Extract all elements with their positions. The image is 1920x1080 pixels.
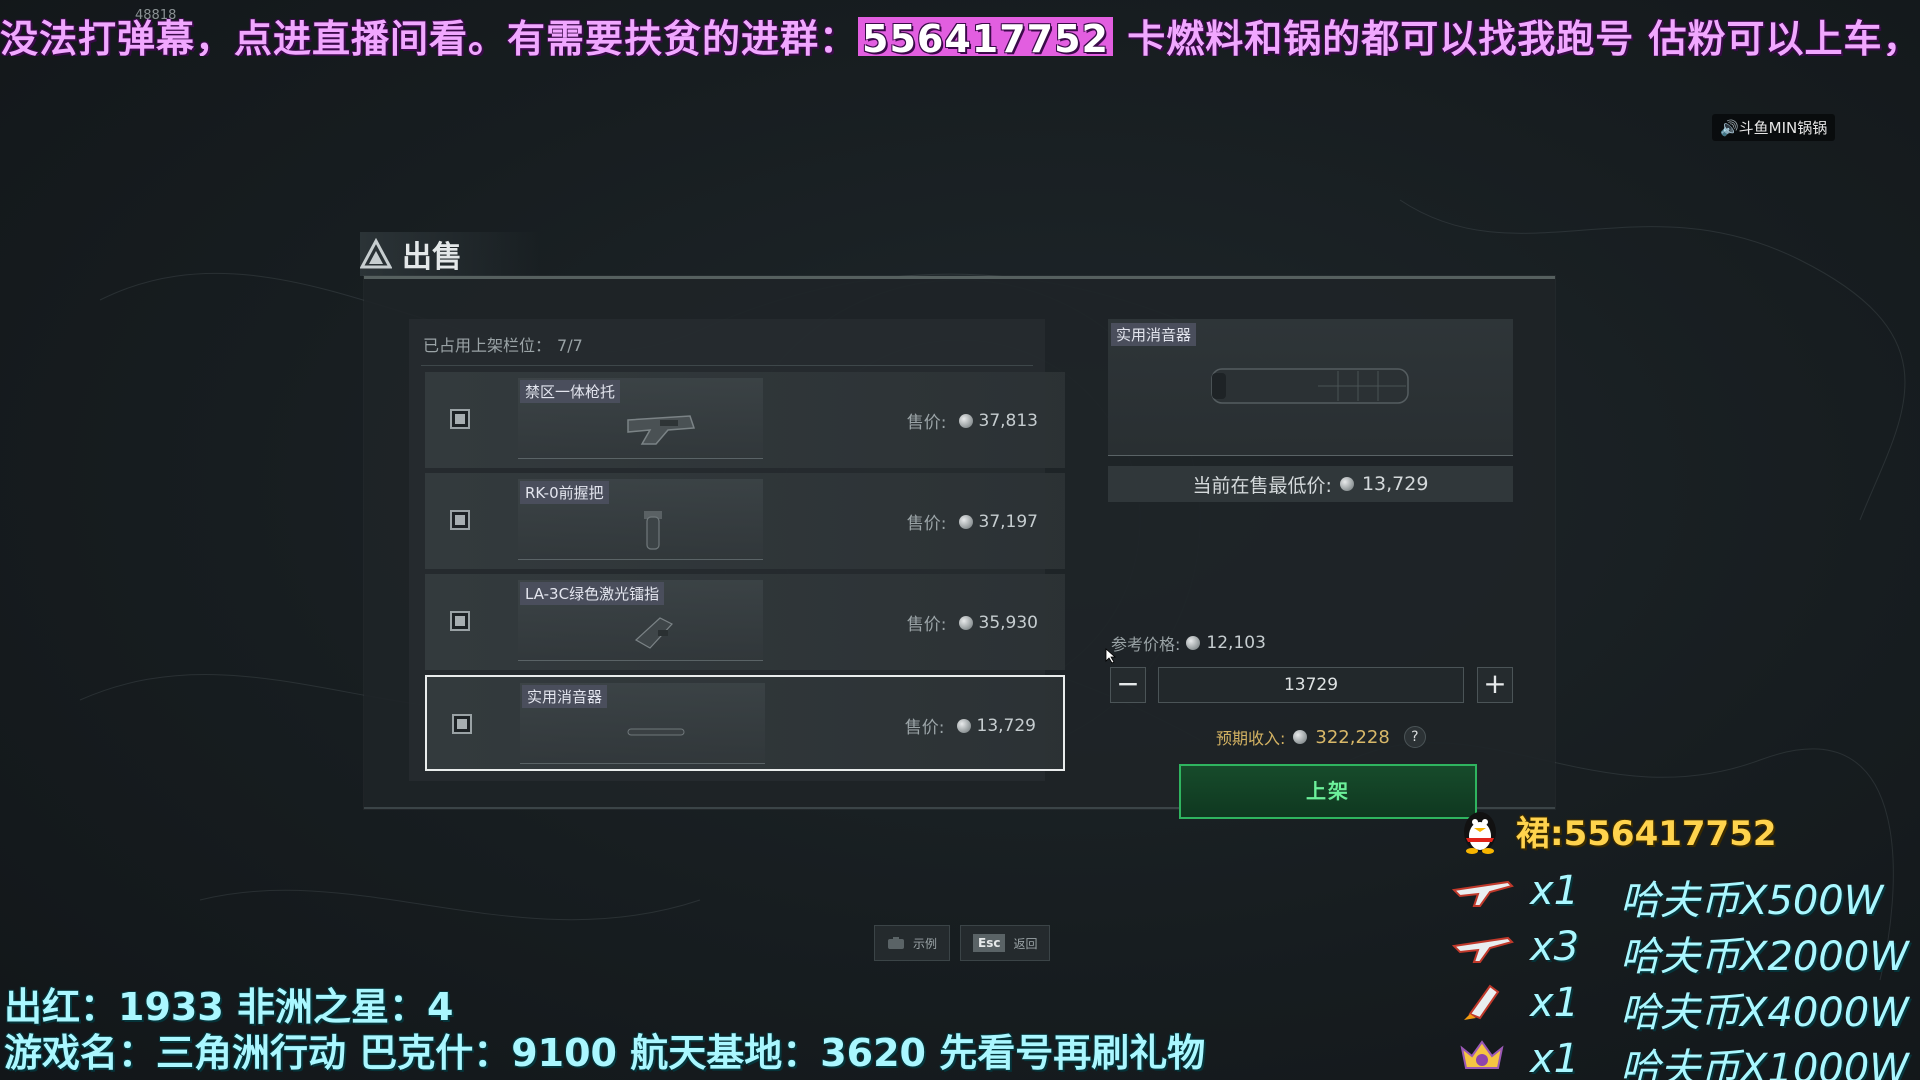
slots-value: 7/7 [557, 336, 583, 355]
camera-icon [888, 937, 904, 949]
sell-panel: 已占用上架栏位： 7/7 禁区一体枪托 售价: 37,813 RK-0前握把 售… [364, 276, 1555, 819]
qq-penguin-icon [1464, 811, 1496, 854]
gift-reward: 哈夫币X1000W [1620, 1046, 1909, 1080]
grip-icon [644, 511, 662, 550]
lowest-price-label: 当前在售最低价: [1192, 474, 1332, 497]
row-checkbox[interactable] [450, 409, 470, 429]
row-checkbox[interactable] [450, 611, 470, 631]
price-value: 37,813 [978, 410, 1038, 431]
gift-multiplier: x3 [1530, 924, 1580, 970]
item-name: RK-0前握把 [520, 481, 609, 504]
mouse-cursor-icon [1105, 648, 1117, 664]
item-price: 售价: 13,729 [904, 713, 1036, 739]
income-value: 322,228 [1315, 726, 1390, 748]
marquee-text-2: 卡燃料和锅的都可以找我跑号 估粉可以上车，也可 [1127, 17, 1920, 56]
listing-row-selected[interactable]: 实用消音器 售价: 13,729 [425, 675, 1065, 771]
stream-stats: 出红：1933 非洲之星：4 游戏名：三角洲行动 巴克什：9100 航天基地：3… [4, 984, 1205, 1076]
row-checkbox[interactable] [450, 510, 470, 530]
item-card: 禁区一体枪托 [518, 378, 763, 459]
coin-icon [958, 413, 973, 428]
price-value: 35,930 [978, 612, 1038, 633]
gift-multiplier: x1 [1530, 1036, 1580, 1080]
lowest-price-value: 13,729 [1361, 473, 1429, 495]
reference-price: 参考价格: 12,103 [1111, 631, 1266, 655]
back-hint[interactable]: Esc 返回 [960, 925, 1051, 961]
lowest-price: 当前在售最低价: 13,729 [1108, 466, 1513, 502]
item-price: 售价: 35,930 [906, 610, 1038, 636]
price-value: 37,197 [978, 511, 1038, 532]
income-label: 预期收入: [1216, 729, 1286, 748]
coin-icon [958, 615, 973, 630]
gift-row: x1 哈夫币X500W [1450, 862, 1920, 924]
help-icon[interactable]: ? [1403, 726, 1426, 748]
stats-line-2: 游戏名：三角洲行动 巴克什：9100 航天基地：3620 先看号再刷礼物 [4, 1031, 1206, 1075]
price-label: 售价: [904, 718, 945, 738]
reference-price-label: 参考价格: [1111, 635, 1181, 654]
gift-row: x3 哈夫币X2000W [1450, 918, 1920, 980]
listing-row[interactable]: LA-3C绿色激光镭指 售价: 35,930 [425, 574, 1065, 670]
coin-icon [1186, 636, 1201, 650]
coin-icon [958, 514, 973, 529]
marquee-id: 48818 [135, 8, 177, 23]
sell-header: 出售 [360, 232, 540, 276]
coin-icon [1339, 477, 1354, 491]
gift-multiplier: x1 [1530, 868, 1580, 914]
suppressor-icon [1211, 368, 1409, 404]
item-preview: 实用消音器 [1108, 319, 1513, 456]
stock-icon [627, 415, 696, 445]
slots-usage: 已占用上架栏位： 7/7 [423, 332, 583, 356]
laser-icon [634, 617, 673, 649]
suppressor-icon [627, 728, 685, 736]
example-hint[interactable]: 示例 [874, 925, 951, 961]
page-title: 出售 [402, 240, 462, 275]
plane-icon [1451, 936, 1514, 963]
detail-pane: 实用消音器 当前在售最低价: 13,729 参考价格: 12,103 − 137… [1108, 319, 1515, 819]
gift-multiplier: x1 [1530, 980, 1580, 1026]
rocket-icon [1464, 984, 1500, 1020]
decrease-button[interactable]: − [1110, 667, 1146, 703]
danmaku-marquee: 没法打弹幕，点进直播间看。有需要扶贫的进群： 556417752 卡燃料和锅的都可… [0, 8, 1920, 56]
price-value: 13,729 [976, 715, 1036, 736]
crown-gem-icon [1460, 1040, 1504, 1069]
price-label: 售价: [906, 615, 947, 635]
gift-row: x1 哈夫币X1000W [1450, 1030, 1920, 1080]
price-input[interactable]: 13729 [1158, 667, 1464, 703]
expected-income: 预期收入: 322,228 ? [1216, 725, 1426, 749]
qq-group-text: 裙:556417752 [1516, 814, 1777, 854]
coin-icon [956, 718, 971, 733]
stats-line-1: 出红：1933 非洲之星：4 [4, 985, 454, 1029]
streamer-tag: 🔊斗鱼MIN锅锅 [1712, 114, 1836, 141]
list-for-sale-button[interactable]: 上架 [1179, 764, 1477, 819]
price-label: 售价: [906, 413, 947, 433]
row-checkbox[interactable] [452, 714, 472, 734]
example-label: 示例 [913, 936, 938, 951]
esc-key: Esc [973, 934, 1006, 952]
plane-icon [1451, 880, 1514, 907]
delta-logo-icon [360, 238, 392, 269]
marquee-group-number: 556417752 [858, 17, 1113, 56]
listing-row[interactable]: RK-0前握把 售价: 37,197 [425, 473, 1065, 569]
key-hints: 示例 Esc 返回 [874, 925, 1051, 961]
increase-button[interactable]: + [1477, 667, 1513, 703]
item-name: 实用消音器 [522, 685, 608, 708]
qq-group: 裙:556417752 [1458, 806, 1777, 855]
back-label: 返回 [1013, 936, 1038, 951]
game-screen: 没法打弹幕，点进直播间看。有需要扶贫的进群： 556417752 卡燃料和锅的都可… [0, 0, 1920, 1080]
price-label: 售价: [906, 514, 947, 534]
gift-row: x1 哈夫币X4000W [1450, 974, 1920, 1036]
listing-row[interactable]: 禁区一体枪托 售价: 37,813 [425, 372, 1065, 468]
item-price: 售价: 37,197 [906, 509, 1038, 535]
item-card: LA-3C绿色激光镭指 [518, 580, 763, 661]
marquee-text-1: 没法打弹幕，点进直播间看。有需要扶贫的进群： [0, 17, 859, 56]
item-card: RK-0前握把 [518, 479, 763, 560]
item-card: 实用消音器 [520, 683, 765, 764]
divider [421, 365, 1033, 366]
reference-price-value: 12,103 [1206, 633, 1266, 653]
price-stepper: − 13729 + [1110, 667, 1515, 705]
gift-rewards: x1 哈夫币X500W x3 哈夫币X2000W x1 哈夫币X4000W x1 [1450, 862, 1920, 1080]
slots-label: 已占用上架栏位： [423, 336, 552, 355]
item-price: 售价: 37,813 [906, 408, 1038, 434]
coin-icon [1293, 730, 1308, 744]
